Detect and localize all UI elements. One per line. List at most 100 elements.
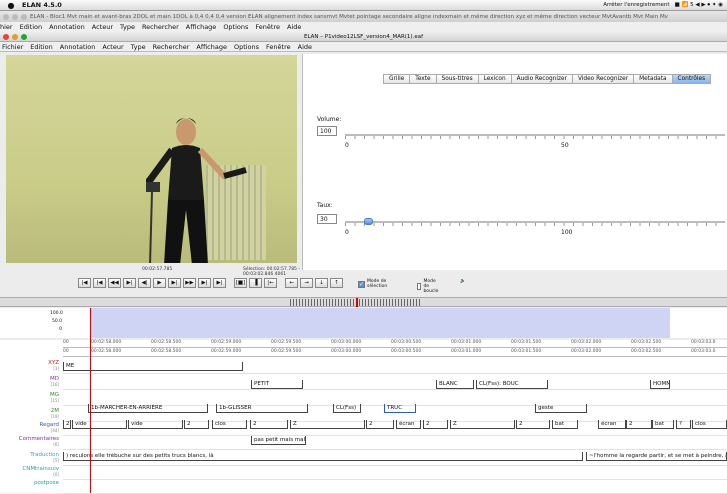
timeline-viewer[interactable]: 00 00:02:58.000 00:02:58.500 00:02:59.000 00…	[0, 308, 727, 494]
signal-viewer[interactable]: 100.0 50.0 0	[0, 308, 727, 338]
volume-slider[interactable]	[345, 134, 725, 136]
annotation[interactable]: clos	[212, 420, 247, 429]
scrub-cursor[interactable]	[356, 298, 358, 307]
annotation[interactable]: Z	[290, 420, 365, 429]
playback-button[interactable]: ▶	[153, 278, 166, 288]
rate-input[interactable]: 30	[317, 214, 337, 224]
check-icon[interactable]: ✓	[358, 280, 365, 288]
apple-icon[interactable]: ●	[6, 1, 16, 10]
playback-button[interactable]: ◀◀	[108, 278, 121, 288]
menu-item[interactable]: Acteur	[92, 23, 113, 31]
menu-item[interactable]: Type	[131, 43, 146, 51]
annotation[interactable]: vide	[72, 420, 127, 429]
playback-button[interactable]: |←	[264, 278, 277, 288]
menu-item[interactable]: Edition	[20, 23, 43, 31]
annotation[interactable]: écran	[396, 420, 421, 429]
tier-label-md[interactable]: MD [16]	[0, 376, 62, 387]
playback-button[interactable]: ▶|	[198, 278, 211, 288]
annotation[interactable]: vide	[128, 420, 183, 429]
volume-input[interactable]: 100	[317, 126, 337, 136]
menu-item[interactable]: Affichage	[186, 23, 217, 31]
annotation[interactable]: CL(Fss): BOUC	[476, 380, 548, 389]
tier-label-commentaires[interactable]: Commentaires [6]	[0, 436, 62, 447]
playback-button[interactable]: ▶▶	[183, 278, 196, 288]
tier-label-xyz[interactable]: XYZ [3]	[0, 360, 62, 371]
video-viewer[interactable]	[6, 55, 297, 263]
tab-6[interactable]: Metadata	[633, 74, 672, 84]
minimize-icon[interactable]	[12, 14, 18, 20]
annotation[interactable]: HOMM	[650, 380, 670, 389]
annotation[interactable]: TRUC	[384, 404, 416, 413]
tab-7[interactable]: Contrôles	[671, 74, 712, 84]
tier-row[interactable]	[63, 480, 727, 494]
tier-row[interactable]	[63, 376, 727, 390]
menu-item[interactable]: Options	[234, 43, 259, 51]
playback-button[interactable]: ▶|	[123, 278, 136, 288]
playback-button[interactable]: ←	[285, 278, 298, 288]
tab-2[interactable]: Sous-titres	[435, 74, 478, 84]
playback-button[interactable]: |◀	[93, 278, 106, 288]
tier-label-2m[interactable]: 2M [19]	[0, 408, 62, 419]
menu-item[interactable]: Type	[120, 23, 135, 31]
annotation[interactable]: 2	[63, 420, 71, 429]
playback-button[interactable]: |◀	[78, 278, 91, 288]
tier-row[interactable]	[63, 436, 727, 450]
playback-button[interactable]: ↓	[315, 278, 328, 288]
menu-item[interactable]: Rechercher	[142, 23, 179, 31]
playback-button[interactable]: ▐	[249, 278, 262, 288]
annotation[interactable]: écran	[598, 420, 626, 429]
close-icon[interactable]	[3, 34, 9, 40]
recording-status[interactable]: Arrêter l'enregistrement	[603, 2, 669, 8]
playback-button[interactable]: ▶|	[168, 278, 181, 288]
annotation[interactable]: 2	[250, 420, 288, 429]
menu-item[interactable]: Annotation	[49, 23, 85, 31]
tier-label-mg[interactable]: MG [15]	[0, 392, 62, 403]
tab-4[interactable]: Audio Recognizer	[510, 74, 572, 84]
annotation[interactable]: 2	[184, 420, 209, 429]
annotation[interactable]: ~l'homme la regarde partir, et se met à …	[586, 452, 727, 461]
annotation[interactable]: bat	[652, 420, 674, 429]
playback-button[interactable]: [■]	[234, 278, 247, 288]
annotation[interactable]: geste	[535, 404, 587, 413]
rate-slider[interactable]	[345, 221, 725, 223]
menu-item[interactable]: Fenêtre	[266, 43, 291, 51]
menu-item[interactable]: Affichage	[196, 43, 227, 51]
annotation[interactable]: 2	[626, 420, 652, 429]
menu-item[interactable]: Aide	[287, 23, 301, 31]
annotation[interactable]: BLANC	[436, 380, 474, 389]
menu-item[interactable]: Rechercher	[153, 43, 190, 51]
annotation[interactable]: 1b-GLISSER	[216, 404, 308, 413]
annotation[interactable]: Z	[450, 420, 515, 429]
zoom-icon[interactable]	[21, 14, 27, 20]
annotation[interactable]: 2	[516, 420, 550, 429]
playback-button[interactable]: ↑	[330, 278, 343, 288]
loop-mode-checkbox[interactable]: Mode de boucle	[417, 279, 441, 294]
annotation[interactable]: PETIT	[251, 380, 303, 389]
menu-item[interactable]: Edition	[30, 43, 53, 51]
tab-1[interactable]: Texte	[409, 74, 436, 84]
playback-button[interactable]: →	[300, 278, 313, 288]
zoom-icon[interactable]	[21, 34, 27, 40]
status-icons[interactable]: ■ 📶 5 ◀ ▶ ⏺ ✦ ◉	[675, 2, 723, 9]
annotation[interactable]: clos	[692, 420, 727, 429]
annotation[interactable]: CL(Fss)	[333, 404, 361, 413]
menu-item[interactable]: hier	[0, 23, 13, 31]
annotation[interactable]: ) reculons elle trébuche sur des petits …	[63, 452, 583, 461]
menu-item[interactable]: Fichier	[2, 43, 23, 51]
app-name[interactable]: ELAN 4.5.0	[22, 1, 62, 9]
tier-label-cnmtrainsuiv[interactable]: CNMtrainsuiv [0]	[0, 466, 62, 477]
menu-item[interactable]: Options	[223, 23, 248, 31]
tab-0[interactable]: Grille	[383, 74, 410, 84]
tier-label-traduction[interactable]: Traduction [5]	[0, 452, 62, 463]
annotation[interactable]: 2	[366, 420, 394, 429]
close-icon[interactable]	[3, 14, 9, 20]
annotation[interactable]: bat	[552, 420, 578, 429]
menu-item[interactable]: Annotation	[60, 43, 96, 51]
annotation[interactable]: ?	[676, 420, 691, 429]
annotation[interactable]: 1b-MARCHER-EN-ARRIÈRE	[88, 404, 208, 413]
tier-row[interactable]	[63, 466, 727, 480]
rate-slider-thumb[interactable]	[363, 218, 373, 225]
checkbox-icon[interactable]	[417, 283, 422, 290]
annotation[interactable]: 2	[423, 420, 448, 429]
timeline-scrollbar[interactable]	[0, 297, 727, 307]
